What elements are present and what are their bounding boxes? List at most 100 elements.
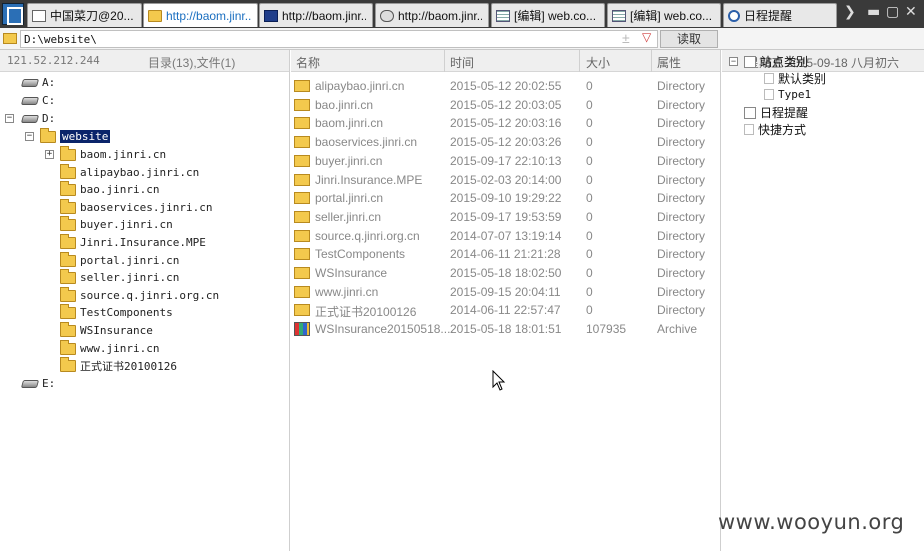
column-size[interactable]: 大小 xyxy=(586,54,610,71)
file-attr: Directory xyxy=(657,153,706,168)
default-category-node[interactable]: 默认类别 xyxy=(764,70,826,87)
tab-database[interactable]: http://baom.jinr... xyxy=(375,3,489,27)
collapse-icon[interactable]: − xyxy=(5,114,14,123)
tree-folder[interactable]: baom.jinri.cn xyxy=(60,145,166,163)
tree-drive-d[interactable]: D: xyxy=(20,110,55,127)
file-time: 2015-09-17 22:10:13 xyxy=(450,153,562,168)
file-name: TestComponents xyxy=(315,247,406,262)
file-size: 0 xyxy=(586,153,593,168)
folder-icon xyxy=(294,154,310,167)
folder-icon xyxy=(294,304,310,317)
database-icon xyxy=(380,9,394,22)
tree-folder[interactable]: Jinri.Insurance.MPE xyxy=(60,233,206,251)
tab-filemanager[interactable]: http://baom.jinr... xyxy=(143,3,258,27)
file-row[interactable]: baom.jinri.cn 2015-05-12 20:03:16 0 Directo… xyxy=(291,113,721,132)
file-row[interactable]: bao.jinri.cn 2015-05-12 20:03:05 0 Director… xyxy=(291,95,721,114)
file-row[interactable]: WSInsurance 2015-05-18 18:02:50 0 Directory xyxy=(291,263,721,282)
minimize-icon[interactable]: ▬ xyxy=(867,4,880,20)
folder-icon xyxy=(60,303,76,319)
file-name: buyer.jinri.cn xyxy=(315,153,383,168)
file-attr: Directory xyxy=(657,266,706,280)
chevron-down-icon[interactable]: ▽ xyxy=(642,30,651,44)
tree-drive-c[interactable]: C: xyxy=(20,92,55,109)
file-row[interactable]: alipaybao.jinri.cn 2015-05-12 20:02:55 0 Di… xyxy=(291,76,721,95)
file-row[interactable]: seller.jinri.cn 2015-09-17 19:53:59 0 Direc… xyxy=(291,207,721,226)
file-row[interactable]: source.q.jinri.org.cn 2014-07-07 13:19:14… xyxy=(291,226,721,245)
folder-icon xyxy=(60,356,76,372)
read-button[interactable]: 读取 xyxy=(660,30,718,48)
folder-icon xyxy=(60,339,76,355)
tree-folder[interactable]: portal.jinri.cn xyxy=(60,251,179,269)
chevron-right-icon[interactable]: ❯ xyxy=(844,4,856,20)
tree-folder[interactable]: bao.jinri.cn xyxy=(60,180,159,198)
folder-icon xyxy=(60,180,76,196)
column-name[interactable]: 名称 xyxy=(296,54,320,71)
tree-folder[interactable]: www.jinri.cn xyxy=(60,339,159,357)
folder-icon xyxy=(60,286,76,302)
archive-icon xyxy=(294,322,310,337)
maximize-icon[interactable]: ▢ xyxy=(886,4,899,20)
folder-icon xyxy=(294,98,310,111)
folder-icon xyxy=(294,267,310,279)
file-name: source.q.jinri.org.cn xyxy=(315,228,420,243)
tree-folder[interactable]: 正式证书20100126 xyxy=(60,356,177,374)
tab-edit-1[interactable]: [编辑] web.co... xyxy=(491,3,605,27)
tree-folder[interactable]: source.q.jinri.org.cn xyxy=(60,286,219,304)
file-row[interactable]: TestComponents 2014-06-11 21:21:28 0 Direct… xyxy=(291,244,721,263)
server-ip: 121.52.212.244 xyxy=(7,54,100,67)
file-size: 0 xyxy=(586,191,593,206)
plus-minus-icon[interactable]: ± xyxy=(622,30,630,46)
file-size: 0 xyxy=(586,135,593,150)
path-input[interactable]: D:\website\ xyxy=(20,30,658,48)
tree-folder[interactable]: alipaybao.jinri.cn xyxy=(60,163,199,181)
file-time: 2015-09-17 19:53:59 xyxy=(450,209,562,224)
file-attr: Directory xyxy=(657,172,706,187)
column-time[interactable]: 时间 xyxy=(450,54,474,71)
close-icon[interactable]: ✕ xyxy=(905,4,917,20)
site-category-node[interactable]: 站点类别 xyxy=(744,53,808,70)
shortcuts-node[interactable]: 快捷方式 xyxy=(744,121,806,138)
tab-caidao[interactable]: 中国菜刀@20... xyxy=(27,3,142,27)
tab-schedule[interactable]: 日程提醒 xyxy=(723,3,837,27)
file-name: portal.jinri.cn xyxy=(315,191,384,206)
tab-edit-2[interactable]: [编辑] web.co... xyxy=(607,3,721,27)
tree-folder-website[interactable]: website xyxy=(40,127,111,145)
file-row[interactable]: portal.jinri.cn 2015-09-10 19:29:22 0 Direc… xyxy=(291,188,721,207)
tree-drive-a[interactable]: A: xyxy=(20,74,55,91)
type1-node[interactable]: Type1 xyxy=(764,88,811,101)
directory-tree-panel: 121.52.212.244 目录(13),文件(1) A: C: − D: −… xyxy=(0,50,290,551)
folder-icon xyxy=(294,248,310,261)
file-attr: Directory xyxy=(657,135,706,150)
file-row[interactable]: www.jinri.cn 2015-09-15 20:04:11 0 Director… xyxy=(291,282,721,301)
file-name: Jinri.Insurance.MPE xyxy=(315,172,423,187)
folder-icon xyxy=(60,215,76,231)
file-row[interactable]: 正式证书20100126 2014-06-11 22:57:47 0 Director… xyxy=(291,300,721,319)
collapse-icon[interactable]: − xyxy=(729,57,738,66)
menu-icon[interactable] xyxy=(2,3,24,25)
folder-icon xyxy=(60,268,76,284)
file-name: bao.jinri.cn xyxy=(315,97,374,112)
file-row[interactable]: WSInsurance20150518.... 2015-05-18 18:01:… xyxy=(291,319,721,338)
tree-folder[interactable]: WSInsurance xyxy=(60,321,153,339)
tab-browser[interactable]: http://baom.jinr... xyxy=(259,3,373,27)
file-size: 0 xyxy=(586,209,593,224)
column-attr[interactable]: 属性 xyxy=(657,54,681,71)
folder-icon xyxy=(148,9,162,22)
tree-folder[interactable]: seller.jinri.cn xyxy=(60,268,179,286)
folder-icon xyxy=(294,285,310,298)
file-row[interactable]: buyer.jinri.cn 2015-09-17 22:10:13 0 Direct… xyxy=(291,151,721,170)
folder-icon xyxy=(294,173,310,186)
file-row[interactable]: baoservices.jinri.cn 2015-05-12 20:03:26 0… xyxy=(291,132,721,151)
tree-folder[interactable]: baoservices.jinri.cn xyxy=(60,198,212,216)
tree-folder[interactable]: buyer.jinri.cn xyxy=(60,215,173,233)
tree-folder[interactable]: TestComponents xyxy=(60,303,173,321)
schedule-node[interactable]: 日程提醒 xyxy=(744,104,808,121)
file-time: 2015-05-12 20:02:55 xyxy=(450,79,562,93)
category-icon xyxy=(764,89,774,100)
file-row[interactable]: Jinri.Insurance.MPE 2015-02-03 20:14:00 0 D… xyxy=(291,170,721,189)
collapse-icon[interactable]: − xyxy=(25,132,34,141)
expand-icon[interactable]: + xyxy=(45,150,54,159)
file-time: 2015-05-12 20:03:16 xyxy=(450,116,562,131)
file-size: 0 xyxy=(586,303,593,318)
tree-drive-e[interactable]: E: xyxy=(20,375,55,392)
